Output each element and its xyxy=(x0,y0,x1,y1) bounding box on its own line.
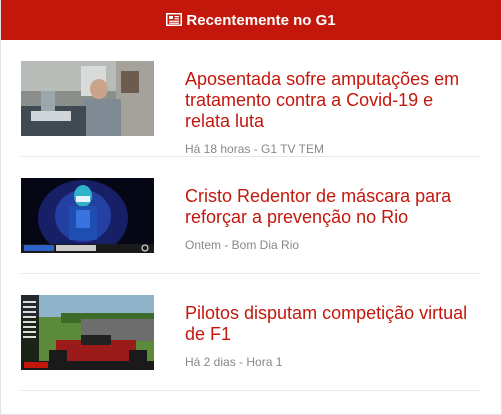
widget-header: Recentemente no G1 xyxy=(1,0,501,40)
news-thumbnail-hospital[interactable] xyxy=(21,61,154,136)
news-title[interactable]: Cristo Redentor de máscara para reforçar… xyxy=(185,186,481,228)
news-item[interactable]: Pilotos disputam competição virtual de F… xyxy=(21,274,481,391)
news-thumbnail-f1[interactable] xyxy=(21,295,154,370)
news-text: Cristo Redentor de máscara para reforçar… xyxy=(185,178,481,252)
news-title[interactable]: Aposentada sofre amputações em tratament… xyxy=(185,69,481,132)
news-meta: Há 2 dias - Hora 1 xyxy=(185,355,283,369)
widget-title: Recentemente no G1 xyxy=(186,11,336,29)
news-item[interactable]: Cristo Redentor de máscara para reforçar… xyxy=(21,157,481,274)
news-meta: Ontem - Bom Dia Rio xyxy=(185,238,300,252)
news-list: Aposentada sofre amputações em tratament… xyxy=(1,40,501,391)
news-text: Pilotos disputam competição virtual de F… xyxy=(185,295,481,369)
recent-news-widget: Recentemente no G1 Aposentada sofre ampu… xyxy=(0,0,502,415)
news-thumbnail-cristo[interactable] xyxy=(21,178,154,253)
news-title[interactable]: Pilotos disputam competição virtual de F… xyxy=(185,303,481,345)
news-meta: Há 18 horas - G1 TV TEM xyxy=(185,142,324,156)
news-text: Aposentada sofre amputações em tratament… xyxy=(185,61,481,156)
newspaper-icon xyxy=(166,12,183,30)
news-item[interactable]: Aposentada sofre amputações em tratament… xyxy=(21,40,481,157)
